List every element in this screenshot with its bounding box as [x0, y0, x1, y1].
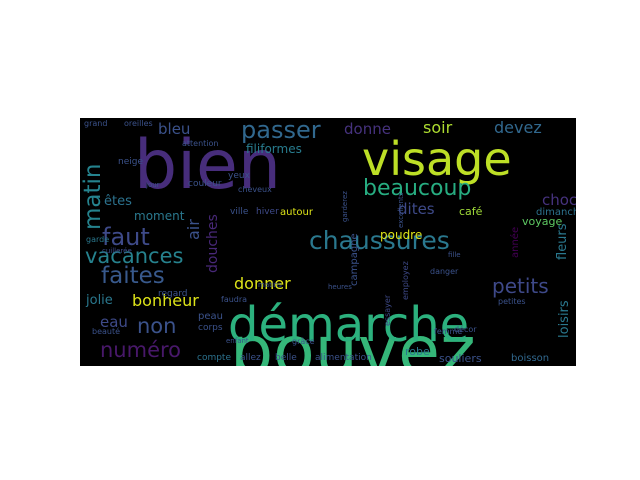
- word: filiformes: [246, 142, 302, 156]
- word: corps: [198, 323, 223, 333]
- word: café: [459, 205, 483, 218]
- word: fille: [448, 251, 461, 259]
- word: donne: [344, 120, 391, 138]
- word: poudre: [380, 228, 423, 242]
- word: moment: [134, 209, 185, 223]
- word: heures: [328, 283, 352, 291]
- word: non: [137, 314, 177, 338]
- word: cuillerée: [102, 247, 132, 255]
- word: faudra: [221, 295, 248, 304]
- word: autour: [280, 207, 313, 218]
- word: petits: [492, 274, 549, 298]
- word: peau: [198, 311, 223, 322]
- word: couleur: [188, 179, 222, 189]
- word: beaucoup: [363, 176, 472, 201]
- word: attention: [182, 139, 219, 148]
- word: soir: [423, 118, 453, 137]
- word: matins: [258, 281, 282, 289]
- word: regard: [158, 289, 188, 299]
- word-cloud-panel: pouvez bien visage démarche chaussures b…: [80, 118, 576, 366]
- word: souliers: [439, 352, 482, 365]
- word: faites: [101, 263, 165, 289]
- word: année: [510, 226, 521, 258]
- word: danger: [430, 267, 459, 276]
- word: belle: [275, 353, 297, 363]
- word: air: [184, 219, 203, 240]
- word: êtes: [104, 194, 132, 209]
- word: enfant: [226, 337, 249, 345]
- word: alimentation: [315, 353, 372, 363]
- word: fleurs: [555, 223, 570, 260]
- word: campagne: [349, 233, 360, 286]
- word: numéro: [100, 338, 182, 362]
- word: employez: [401, 261, 410, 300]
- word: jour: [146, 181, 160, 189]
- word: décor: [454, 325, 477, 334]
- word: neige: [118, 157, 143, 167]
- word: passer: [241, 118, 321, 144]
- word: vacances: [85, 244, 184, 268]
- word: hiver: [256, 207, 279, 217]
- word: beauté: [92, 327, 121, 336]
- word: excellents: [397, 192, 405, 228]
- word: grâce: [292, 337, 315, 346]
- word: jolie: [86, 293, 113, 308]
- word: ville: [230, 207, 249, 217]
- word: essayer: [383, 294, 392, 326]
- word: boisson: [511, 353, 550, 364]
- word: choc: [542, 191, 576, 209]
- word: robe: [405, 345, 430, 358]
- word: allez: [240, 353, 261, 363]
- word: dimanche: [536, 207, 576, 218]
- word: bleu: [158, 120, 191, 138]
- word: oreilles: [124, 119, 153, 128]
- word: grand: [84, 119, 108, 128]
- word: matin: [80, 163, 106, 230]
- word: loisirs: [557, 300, 572, 338]
- word: garderez: [341, 191, 349, 222]
- word: compte: [197, 353, 232, 363]
- word: cheveux: [238, 185, 272, 194]
- word: douches: [205, 214, 221, 273]
- word: démarche: [228, 297, 470, 353]
- word: devez: [494, 118, 542, 137]
- word: garde: [86, 235, 110, 244]
- word: yeux: [228, 171, 250, 181]
- word: petites: [498, 297, 526, 306]
